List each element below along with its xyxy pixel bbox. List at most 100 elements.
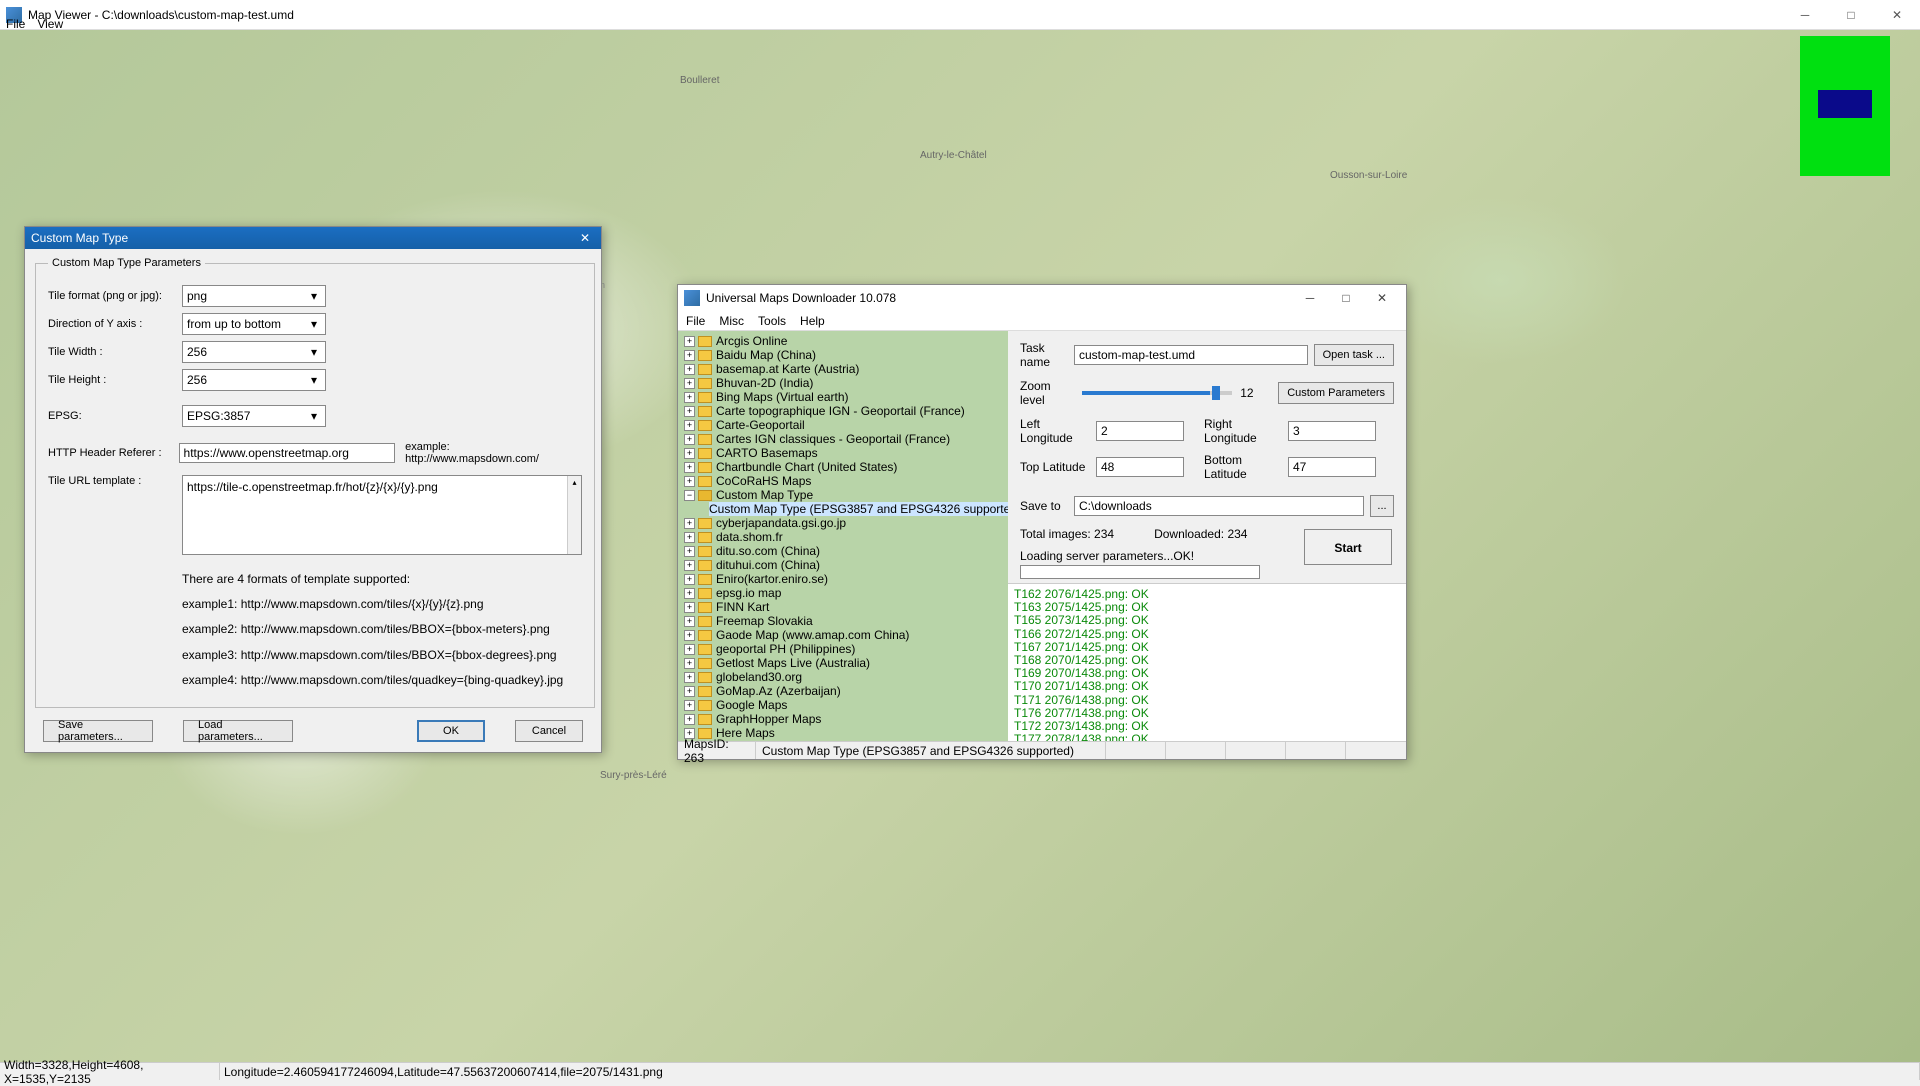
tree-item[interactable]: +Freemap Slovakia <box>678 614 1008 628</box>
maximize-button[interactable]: □ <box>1828 0 1874 30</box>
tile-format-select[interactable]: png▾ <box>182 285 326 307</box>
maximize-button[interactable]: □ <box>1328 285 1364 311</box>
expand-icon[interactable]: + <box>684 714 695 725</box>
expand-icon[interactable]: + <box>684 518 695 529</box>
tree-item[interactable]: +Gaode Map (www.amap.com China) <box>678 628 1008 642</box>
custom-parameters-button[interactable]: Custom Parameters <box>1278 382 1394 404</box>
tree-item[interactable]: +Arcgis Online <box>678 334 1008 348</box>
expand-icon[interactable]: + <box>684 420 695 431</box>
tree-item[interactable]: +Chartbundle Chart (United States) <box>678 460 1008 474</box>
tree-item[interactable]: +GoMap.Az (Azerbaijan) <box>678 684 1008 698</box>
menu-view[interactable]: View <box>37 17 63 31</box>
tile-height-select[interactable]: 256▾ <box>182 369 326 391</box>
right-lon-input[interactable] <box>1288 421 1376 441</box>
tree-item[interactable]: +CoCoRaHS Maps <box>678 474 1008 488</box>
expand-icon[interactable]: + <box>684 434 695 445</box>
umd-titlebar[interactable]: Universal Maps Downloader 10.078 ─ □ ✕ <box>678 285 1406 311</box>
save-parameters-button[interactable]: Save parameters... <box>43 720 153 742</box>
expand-icon[interactable]: + <box>684 588 695 599</box>
tile-width-select[interactable]: 256▾ <box>182 341 326 363</box>
tree-item[interactable]: +Eniro(kartor.eniro.se) <box>678 572 1008 586</box>
expand-icon[interactable]: + <box>684 686 695 697</box>
ok-button[interactable]: OK <box>417 720 485 742</box>
tree-item[interactable]: +geoportal PH (Philippines) <box>678 642 1008 656</box>
tree-item[interactable]: +epsg.io map <box>678 586 1008 600</box>
tree-item[interactable]: +Google Maps <box>678 698 1008 712</box>
expand-icon[interactable]: + <box>684 546 695 557</box>
dialog-titlebar[interactable]: Custom Map Type ✕ <box>25 227 601 249</box>
expand-icon[interactable]: + <box>684 672 695 683</box>
expand-icon[interactable]: + <box>684 364 695 375</box>
tree-item[interactable]: +Baidu Map (China) <box>678 348 1008 362</box>
cancel-button[interactable]: Cancel <box>515 720 583 742</box>
task-name-input[interactable]: custom-map-test.umd <box>1074 345 1308 365</box>
log-line: T170 2071/1438.png: OK <box>1014 680 1400 693</box>
tree-item[interactable]: +Carte topographique IGN - Geoportail (F… <box>678 404 1008 418</box>
referer-input[interactable]: https://www.openstreetmap.org <box>179 443 396 463</box>
menu-file[interactable]: File <box>686 314 705 328</box>
tree-item[interactable]: +CARTO Basemaps <box>678 446 1008 460</box>
browse-button[interactable]: ... <box>1370 495 1394 517</box>
tree-item[interactable]: +basemap.at Karte (Austria) <box>678 362 1008 376</box>
menu-misc[interactable]: Misc <box>719 314 744 328</box>
top-lat-input[interactable] <box>1096 457 1184 477</box>
left-lon-input[interactable] <box>1096 421 1184 441</box>
bottom-lat-input[interactable] <box>1288 457 1376 477</box>
expand-icon[interactable]: + <box>684 616 695 627</box>
tree-item[interactable]: +Getlost Maps Live (Australia) <box>678 656 1008 670</box>
tree-item[interactable]: +globeland30.org <box>678 670 1008 684</box>
expand-icon[interactable]: + <box>684 476 695 487</box>
expand-icon[interactable]: + <box>684 602 695 613</box>
tree-item[interactable]: +FINN Kart <box>678 600 1008 614</box>
y-direction-select[interactable]: from up to bottom▾ <box>182 313 326 335</box>
tree-item[interactable]: +data.shom.fr <box>678 530 1008 544</box>
close-button[interactable]: ✕ <box>1874 0 1920 30</box>
tree-item[interactable]: +Bhuvan-2D (India) <box>678 376 1008 390</box>
tree-item[interactable]: +GraphHopper Maps <box>678 712 1008 726</box>
tree-item-selected[interactable]: Custom Map Type (EPSG3857 and EPSG4326 s… <box>678 502 1008 516</box>
expand-icon[interactable]: + <box>684 560 695 571</box>
menu-tools[interactable]: Tools <box>758 314 786 328</box>
start-button[interactable]: Start <box>1304 529 1392 565</box>
save-to-input[interactable]: C:\downloads <box>1074 496 1364 516</box>
tree-item[interactable]: −Custom Map Type <box>678 488 1008 502</box>
tree-item[interactable]: +Carte-Geoportail <box>678 418 1008 432</box>
expand-icon[interactable]: + <box>684 392 695 403</box>
expand-icon[interactable]: + <box>684 336 695 347</box>
log-line: T171 2076/1438.png: OK <box>1014 694 1400 707</box>
template-textarea[interactable]: https://tile-c.openstreetmap.fr/hot/{z}/… <box>182 475 582 555</box>
expand-icon[interactable]: + <box>684 574 695 585</box>
minimize-button[interactable]: ─ <box>1292 285 1328 311</box>
expand-icon[interactable]: + <box>684 630 695 641</box>
zoom-slider[interactable] <box>1082 391 1232 395</box>
close-button[interactable]: ✕ <box>1364 285 1400 311</box>
app-icon <box>684 290 700 306</box>
tree-item[interactable]: +cyberjapandata.gsi.go.jp <box>678 516 1008 530</box>
load-parameters-button[interactable]: Load parameters... <box>183 720 293 742</box>
open-task-button[interactable]: Open task ... <box>1314 344 1394 366</box>
expand-icon[interactable]: + <box>684 532 695 543</box>
save-to-label: Save to <box>1020 499 1074 513</box>
close-icon[interactable]: ✕ <box>575 231 595 245</box>
expand-icon[interactable]: + <box>684 462 695 473</box>
tree-item[interactable]: +ditu.so.com (China) <box>678 544 1008 558</box>
minimap[interactable] <box>1800 36 1890 176</box>
minimize-button[interactable]: ─ <box>1782 0 1828 30</box>
maps-tree[interactable]: +Arcgis Online+Baidu Map (China)+basemap… <box>678 331 1008 741</box>
menu-help[interactable]: Help <box>800 314 825 328</box>
tree-item[interactable]: +Bing Maps (Virtual earth) <box>678 390 1008 404</box>
download-log[interactable]: T162 2076/1425.png: OKT163 2075/1425.png… <box>1008 583 1406 741</box>
tree-item[interactable]: +Cartes IGN classiques - Geoportail (Fra… <box>678 432 1008 446</box>
expand-icon[interactable]: + <box>684 658 695 669</box>
epsg-select[interactable]: EPSG:3857▾ <box>182 405 326 427</box>
expand-icon[interactable]: − <box>684 490 695 501</box>
menu-file[interactable]: File <box>6 17 25 31</box>
expand-icon[interactable]: + <box>684 644 695 655</box>
expand-icon[interactable]: + <box>684 700 695 711</box>
scrollbar[interactable]: ▴ <box>567 476 581 554</box>
tree-item[interactable]: +dituhui.com (China) <box>678 558 1008 572</box>
expand-icon[interactable]: + <box>684 448 695 459</box>
expand-icon[interactable]: + <box>684 350 695 361</box>
expand-icon[interactable]: + <box>684 378 695 389</box>
expand-icon[interactable]: + <box>684 406 695 417</box>
